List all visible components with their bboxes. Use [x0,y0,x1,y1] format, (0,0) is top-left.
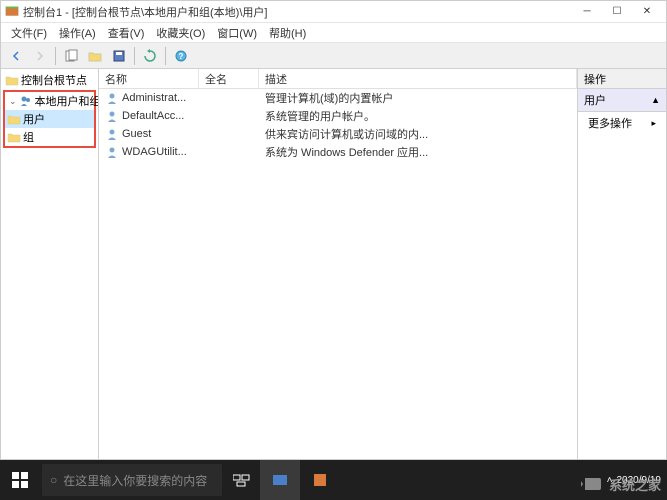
task-view-button[interactable] [224,460,260,500]
back-button[interactable] [5,45,27,67]
expander-icon[interactable]: ⌄ [9,96,17,107]
list-header: 名称 全名 描述 [99,69,577,89]
taskbar-search[interactable]: ○ 在这里输入你要搜索的内容 [42,464,222,496]
folder-icon [5,73,19,87]
action-more-label: 更多操作 [588,115,632,131]
save-button[interactable] [108,45,130,67]
taskbar[interactable]: ○ 在这里输入你要搜索的内容 ˄ 2020/9/19 [0,460,667,500]
list-area: 名称 全名 描述 Administrat... 管理计算机(域)的内置帐户 De… [99,69,578,459]
tree-users-node[interactable]: 用户 [5,110,94,128]
menu-favorites[interactable]: 收藏夹(O) [150,23,211,43]
action-more[interactable]: 更多操作 ▸ [578,112,666,134]
tree-groups-label: 组 [23,129,34,145]
user-name: WDAGUtilit... [122,146,187,158]
users-group-icon [19,94,33,108]
user-fullname [199,115,259,117]
user-fullname [199,133,259,135]
maximize-button[interactable]: ☐ [602,1,632,23]
mmc-window: 控制台1 - [控制台根节点\本地用户和组(本地)\用户] ─ ☐ ✕ 文件(F… [0,0,667,460]
menu-file[interactable]: 文件(F) [5,23,53,43]
collapse-icon[interactable]: ▲ [651,95,660,105]
highlighted-tree-section: ⌄ 本地用户和组(本地) 用户 组 [3,90,96,148]
close-button[interactable]: ✕ [632,1,662,23]
open-button[interactable] [84,45,106,67]
folder-icon [7,112,21,126]
user-desc: 系统管理的用户帐户。 [259,107,577,125]
taskbar-app-2[interactable] [300,460,340,500]
tree-panel[interactable]: 控制台根节点 ⌄ 本地用户和组(本地) 用户 组 [1,69,99,459]
menubar: 文件(F) 操作(A) 查看(V) 收藏夹(O) 窗口(W) 帮助(H) [1,23,666,43]
user-fullname [199,151,259,153]
refresh-button[interactable] [139,45,161,67]
list-body[interactable]: Administrat... 管理计算机(域)的内置帐户 DefaultAcc.… [99,89,577,459]
tree-users-label: 用户 [23,111,45,127]
actions-header: 操作 [578,69,666,89]
watermark-icon [581,474,605,494]
forward-button[interactable] [29,45,51,67]
user-name: DefaultAcc... [122,110,184,122]
user-desc: 供来宾访问计算机或访问域的内... [259,125,577,143]
menu-window[interactable]: 窗口(W) [211,23,263,43]
titlebar: 控制台1 - [控制台根节点\本地用户和组(本地)\用户] ─ ☐ ✕ [1,1,666,23]
menu-action[interactable]: 操作(A) [53,23,102,43]
actions-section-label: 用户 [584,92,606,108]
content-area: 控制台根节点 ⌄ 本地用户和组(本地) 用户 组 [1,69,666,459]
tree-localusers-label: 本地用户和组(本地) [35,93,99,109]
tree-root-node[interactable]: 控制台根节点 [3,71,96,89]
list-item[interactable]: WDAGUtilit... 系统为 Windows Defender 应用... [99,143,577,161]
col-desc[interactable]: 描述 [259,69,577,88]
list-item[interactable]: Guest 供来宾访问计算机或访问域的内... [99,125,577,143]
actions-section[interactable]: 用户 ▲ [578,89,666,112]
user-icon [105,127,119,141]
watermark: 系统之家 [581,474,661,494]
actions-title: 操作 [584,71,606,87]
tree-groups-node[interactable]: 组 [5,128,94,146]
user-name: Administrat... [122,92,186,104]
svg-text:?: ? [179,52,184,61]
search-placeholder: 在这里输入你要搜索的内容 [63,472,207,489]
folder-icon [7,130,21,144]
window-buttons: ─ ☐ ✕ [572,1,662,23]
search-icon: ○ [50,473,57,487]
user-fullname [199,97,259,99]
list-item[interactable]: DefaultAcc... 系统管理的用户帐户。 [99,107,577,125]
watermark-text: 系统之家 [609,475,661,494]
menu-view[interactable]: 查看(V) [102,23,151,43]
user-icon [105,91,119,105]
user-icon [105,145,119,159]
new-button[interactable] [60,45,82,67]
toolbar-separator [134,47,135,65]
actions-panel: 操作 用户 ▲ 更多操作 ▸ [578,69,666,459]
toolbar-separator [165,47,166,65]
menu-help[interactable]: 帮助(H) [263,23,312,43]
chevron-right-icon: ▸ [651,118,656,129]
user-desc: 管理计算机(域)的内置帐户 [259,89,577,107]
tree-root-label: 控制台根节点 [21,72,87,88]
taskbar-app-settings[interactable] [260,460,300,500]
col-fullname[interactable]: 全名 [199,69,259,88]
main-area: 名称 全名 描述 Administrat... 管理计算机(域)的内置帐户 De… [99,69,666,459]
toolbar: ? [1,43,666,69]
list-item[interactable]: Administrat... 管理计算机(域)的内置帐户 [99,89,577,107]
toolbar-separator [55,47,56,65]
user-desc: 系统为 Windows Defender 应用... [259,143,577,161]
start-button[interactable] [0,460,40,500]
minimize-button[interactable]: ─ [572,1,602,23]
col-name[interactable]: 名称 [99,69,199,88]
user-name: Guest [122,128,151,140]
window-title: 控制台1 - [控制台根节点\本地用户和组(本地)\用户] [23,4,572,20]
console-icon [5,5,19,19]
help-button[interactable]: ? [170,45,192,67]
tree-localusers-node[interactable]: ⌄ 本地用户和组(本地) [5,92,94,110]
user-icon [105,109,119,123]
